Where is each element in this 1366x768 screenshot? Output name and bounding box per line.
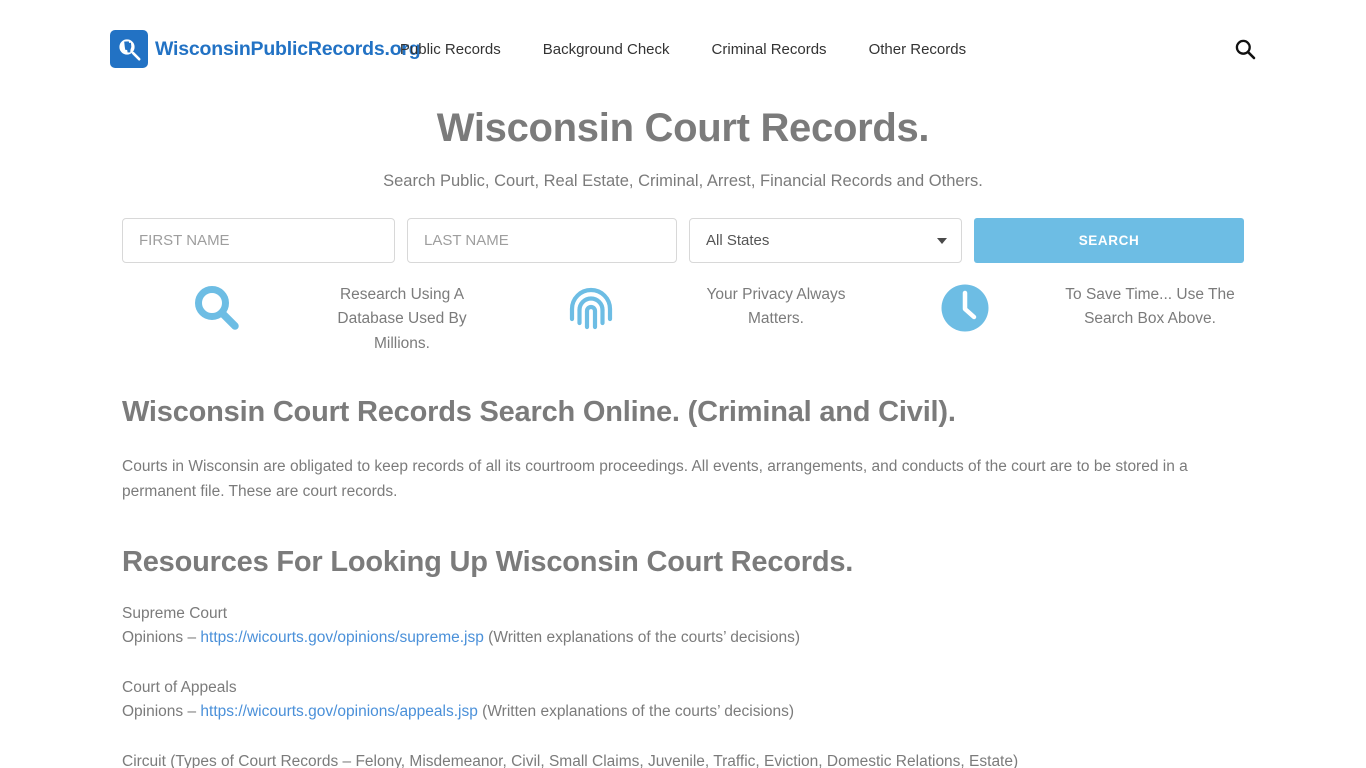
site-logo-text: WisconsinPublicRecords.org <box>155 37 421 60</box>
state-select[interactable]: All States <box>689 218 962 263</box>
resource-link-line: Opinions – https://wicourts.gov/opinions… <box>122 626 1244 650</box>
nav-item-other-records[interactable]: Other Records <box>869 41 967 58</box>
resource-circuit-court: Circuit (Types of Court Records – Felony… <box>122 750 1244 768</box>
nav-item-background-check[interactable]: Background Check <box>543 41 670 58</box>
article-heading-2: Resources For Looking Up Wisconsin Court… <box>122 545 854 578</box>
feature-item-research: Research Using A Database Used By Millio… <box>122 277 496 356</box>
resource-title: Court of Appeals <box>122 679 237 697</box>
search-button[interactable]: SEARCH <box>974 218 1244 263</box>
page-title: Wisconsin Court Records. <box>436 106 930 150</box>
last-name-input[interactable] <box>407 218 677 263</box>
feature-text-privacy: Your Privacy Always Matters. <box>706 286 846 328</box>
nav-item-public-records[interactable]: Public Records <box>400 41 501 58</box>
feature-strip: Research Using A Database Used By Millio… <box>122 277 1244 356</box>
resource-supreme-court: Supreme Court Opinions – https://wicourt… <box>122 602 1244 650</box>
resource-link[interactable]: https://wicourts.gov/opinions/supreme.js… <box>200 629 483 646</box>
resource-link-prefix: Opinions – <box>122 703 201 721</box>
page-subtitle: Search Public, Court, Real Estate, Crimi… <box>383 172 983 190</box>
article-body: Wisconsin Court Records Search Online. (… <box>122 394 1244 768</box>
fingerprint-icon <box>496 277 686 335</box>
article-heading-1: Wisconsin Court Records Search Online. (… <box>122 396 956 429</box>
site-header: WisconsinPublicRecords.org Public Record… <box>0 0 1366 98</box>
magnifier-icon <box>122 277 312 333</box>
resource-title: Supreme Court <box>122 605 228 623</box>
resource-link[interactable]: https://wicourts.gov/opinions/appeals.js… <box>200 703 477 720</box>
resource-link-suffix: (Written explanations of the courts’ dec… <box>477 703 795 721</box>
resource-link-line: Opinions – https://wicourts.gov/opinions… <box>122 700 1244 724</box>
article-paragraph-1: Courts in Wisconsin are obligated to kee… <box>122 457 1188 500</box>
magnifier-state-icon <box>110 30 148 68</box>
resource-link-prefix: Opinions – <box>122 629 201 647</box>
search-icon[interactable] <box>1234 38 1256 60</box>
resource-court-of-appeals: Court of Appeals Opinions – https://wico… <box>122 676 1244 724</box>
clock-icon <box>870 277 1060 333</box>
resource-link-suffix: (Written explanations of the courts’ dec… <box>483 629 801 647</box>
feature-item-time: To Save Time... Use The Search Box Above… <box>870 277 1244 356</box>
chevron-down-icon <box>937 237 947 244</box>
feature-text-research: Research Using A Database Used By Millio… <box>337 286 467 352</box>
nav-item-criminal-records[interactable]: Criminal Records <box>712 41 827 58</box>
hero-section: Wisconsin Court Records. Search Public, … <box>0 98 1366 191</box>
people-search-form: All States SEARCH <box>122 218 1244 263</box>
feature-item-privacy: Your Privacy Always Matters. <box>496 277 870 356</box>
circuit-types-line: Circuit (Types of Court Records – Felony… <box>122 753 1019 768</box>
feature-text-time: To Save Time... Use The Search Box Above… <box>1065 286 1235 328</box>
site-logo[interactable]: WisconsinPublicRecords.org <box>110 30 421 68</box>
first-name-input[interactable] <box>122 218 395 263</box>
state-select-value: All States <box>706 232 770 249</box>
